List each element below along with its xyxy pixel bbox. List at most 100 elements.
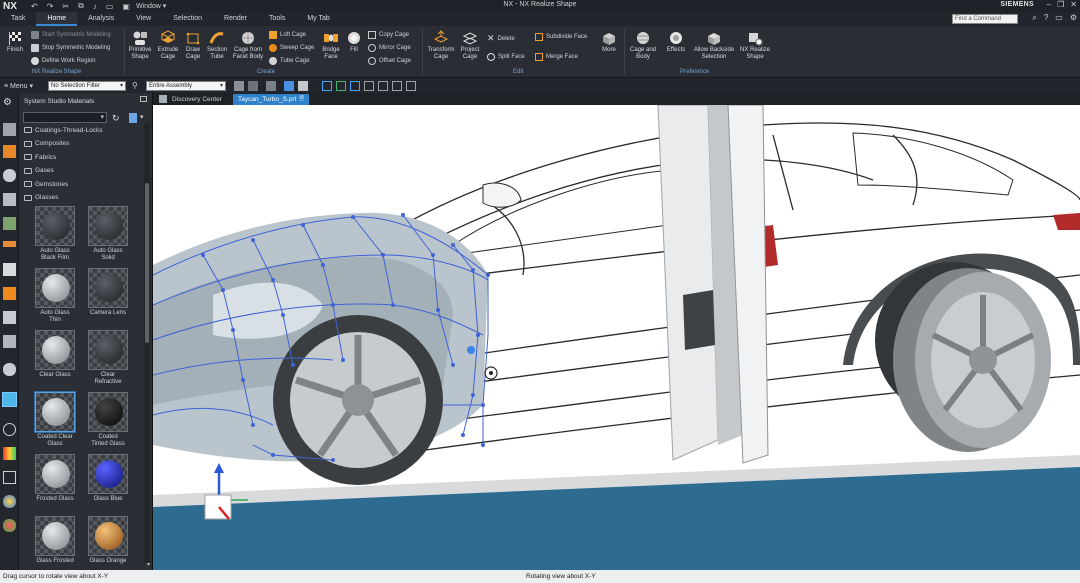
tab-home[interactable]: Home <box>36 12 78 26</box>
restore-icon[interactable]: ❐ <box>1057 0 1064 9</box>
finish-button[interactable]: Finish <box>4 30 26 54</box>
delete-button[interactable]: ✕ Delete <box>487 33 515 44</box>
gear-icon[interactable]: ⚙ <box>1070 13 1077 23</box>
document-icon[interactable] <box>3 311 16 324</box>
cage-and-body-button[interactable]: Cage and Body <box>628 30 658 61</box>
reuse-library-icon[interactable] <box>3 169 16 182</box>
start-symmetric-modeling-button[interactable]: Start Symmetric Modeling <box>31 31 111 39</box>
printer-icon[interactable] <box>3 335 16 348</box>
material-swatch[interactable]: Glass Blue <box>83 454 133 503</box>
close-tab-icon[interactable]: 🗎 <box>299 94 304 105</box>
orange-square-icon[interactable] <box>3 287 16 300</box>
stop-symmetric-modeling-button[interactable]: Stop Symmetric Modeling <box>31 44 110 52</box>
snap-point-icon[interactable] <box>350 80 360 91</box>
web-browser-icon[interactable] <box>3 363 16 376</box>
tab-analysis[interactable]: Analysis <box>77 12 125 26</box>
material-swatch[interactable]: Clear Refractive <box>83 330 133 386</box>
window-menu[interactable]: Window ▾ <box>136 2 166 10</box>
section-tube-button[interactable]: Section Tube <box>205 30 229 61</box>
gear-icon[interactable]: ⚙ <box>3 97 16 110</box>
folder-item[interactable]: Coatings-Thread-Locks <box>24 125 103 135</box>
panel-scrollbar[interactable] <box>144 123 150 563</box>
window-options-icon[interactable]: ▭ <box>1055 13 1063 23</box>
tab-render[interactable]: Render <box>213 12 258 26</box>
material-swatch[interactable]: Auto Glass Black Film <box>30 206 80 262</box>
part-navigator-icon[interactable] <box>3 145 16 158</box>
more-button[interactable]: More <box>598 30 620 54</box>
bridge-face-button[interactable]: Bridge Face <box>318 30 344 61</box>
draw-cage-button[interactable]: Draw Cage <box>182 30 204 61</box>
material-swatch[interactable]: Frosted Glass <box>30 454 80 503</box>
material-swatch[interactable]: Auto Glass Solid <box>83 206 133 262</box>
define-work-region-button[interactable]: Define Work Region <box>31 57 96 65</box>
folder-item[interactable]: Glasses <box>24 193 58 203</box>
ruler-icon[interactable] <box>3 241 16 247</box>
car-model-view[interactable] <box>153 105 1080 570</box>
material-swatch[interactable]: Glass Orange <box>83 516 133 565</box>
copy-cage-button[interactable]: Copy Cage <box>368 31 409 39</box>
system-materials-icon[interactable] <box>2 392 17 407</box>
assembly-scope-dropdown[interactable]: Entire Assembly <box>146 80 226 91</box>
selected-vertex[interactable] <box>467 346 475 354</box>
chevron-down-icon[interactable]: ▾ <box>140 113 144 121</box>
close-icon[interactable]: ✕ <box>1070 0 1077 9</box>
roles-icon[interactable] <box>3 193 16 206</box>
search-icon[interactable]: ⌕ <box>1032 13 1036 23</box>
snap-icon[interactable] <box>234 80 244 91</box>
maximize-icon[interactable] <box>140 96 147 102</box>
transform-cage-button[interactable]: Transform Cage <box>426 30 456 61</box>
material-swatch[interactable]: Coated Clear Glass <box>30 392 80 448</box>
plane-icon[interactable] <box>392 80 402 91</box>
material-swatch[interactable]: Camera Lens <box>83 268 133 317</box>
tab-selection[interactable]: Selection <box>162 12 213 26</box>
folder-item[interactable]: Gases <box>24 166 54 176</box>
graphics-viewport[interactable] <box>153 105 1080 570</box>
grid-box-icon[interactable] <box>3 471 16 484</box>
clock-icon[interactable] <box>3 423 16 436</box>
folder-item[interactable]: Gemstones <box>24 179 68 189</box>
axis-icon[interactable] <box>378 80 388 91</box>
history-icon[interactable] <box>3 217 16 230</box>
effects-button[interactable]: Effects <box>663 30 689 54</box>
menu-button[interactable]: ≡ Menu ▾ <box>4 82 48 90</box>
touch-mode-icon[interactable]: ▭ <box>106 2 114 11</box>
microphone-icon[interactable]: ♪ <box>93 2 97 11</box>
point-icon[interactable] <box>336 80 346 91</box>
material-swatch[interactable]: Clear Glass <box>30 330 80 379</box>
view-options-icon[interactable] <box>129 113 137 123</box>
visual-effects-icon[interactable] <box>3 495 16 508</box>
copy-icon[interactable]: ⧉ <box>78 1 84 11</box>
material-swatch[interactable]: Auto Glass Thin <box>30 268 80 324</box>
tube-cage-button[interactable]: Tube Cage <box>269 57 309 65</box>
snap-options-icon[interactable] <box>248 80 258 91</box>
offset-cage-button[interactable]: Offset Cage <box>368 57 411 65</box>
nx-realize-shape-button[interactable]: NX Realize Shape <box>738 30 772 61</box>
extrude-cage-button[interactable]: Extrude Cage <box>155 30 181 61</box>
folder-item[interactable]: Composites <box>24 139 69 149</box>
tab-taycan-part[interactable]: Taycan_Turbo_S.prt 🗎 <box>233 94 310 105</box>
tab-my-tab[interactable]: My Tab <box>296 12 340 26</box>
window-icon[interactable]: ▣ <box>122 2 130 11</box>
loft-cage-button[interactable]: Loft Cage <box>269 31 306 39</box>
merge-face-button[interactable]: Merge Face <box>535 53 578 61</box>
tab-task[interactable]: Task <box>0 12 36 26</box>
tab-discovery-center[interactable]: Discovery Center <box>167 94 227 105</box>
redo-icon[interactable]: ↷ <box>47 2 54 11</box>
view-icon[interactable] <box>266 80 276 91</box>
folder-item[interactable]: Fabrics <box>24 152 56 162</box>
refresh-icon[interactable]: ↻ <box>112 113 120 124</box>
curve-icon[interactable] <box>322 80 332 91</box>
split-face-button[interactable]: Split Face <box>487 53 525 61</box>
shaded-cube-icon[interactable] <box>298 80 308 91</box>
blue-cube-icon[interactable] <box>284 80 294 91</box>
material-swatch[interactable]: Coated Tinted Glass <box>83 392 133 448</box>
selection-filter-dropdown[interactable]: No Selection Filter <box>48 80 126 91</box>
command-search-input[interactable]: Find a Command <box>952 14 1018 24</box>
subdivide-face-button[interactable]: Subdivide Face <box>535 33 587 41</box>
undo-icon[interactable]: ↶ <box>31 2 38 11</box>
studio-scenes-icon[interactable] <box>3 519 16 532</box>
sweep-cage-button[interactable]: Sweep Cage <box>269 44 314 52</box>
filter-icon[interactable]: ⚲ <box>132 81 142 91</box>
cut-icon[interactable]: ✂ <box>62 2 69 11</box>
fill-button[interactable]: Fill <box>345 30 363 54</box>
